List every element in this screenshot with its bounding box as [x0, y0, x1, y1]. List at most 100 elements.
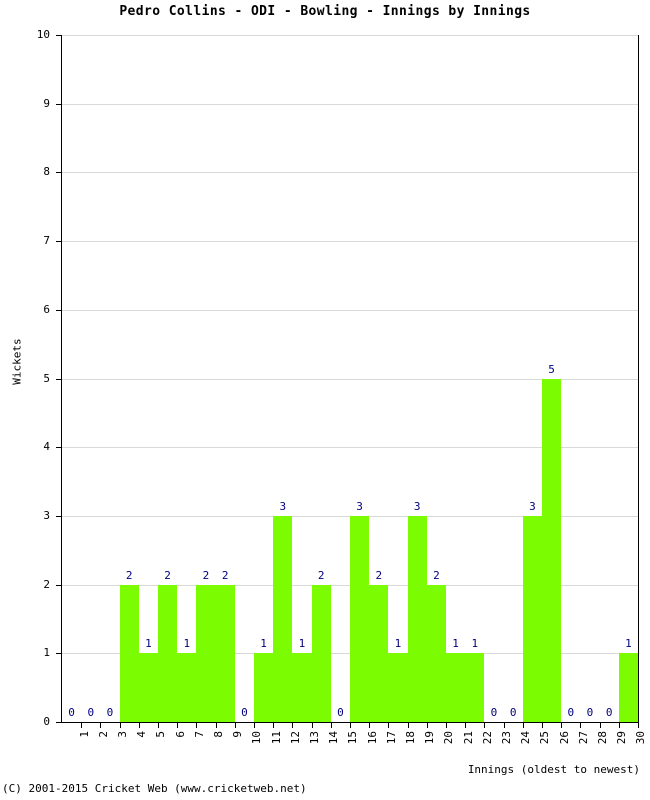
- x-tick-label: 18: [404, 731, 417, 745]
- y-tick-label: 5: [43, 371, 50, 385]
- y-tick-label: 2: [43, 577, 50, 591]
- x-tick-mark: [350, 723, 351, 728]
- x-tick-label: 15: [346, 731, 360, 745]
- bar-value-label: 2: [433, 568, 440, 582]
- bar-value-label: 3: [356, 499, 363, 513]
- y-tick-label: 7: [43, 234, 50, 248]
- bar-value-label: 0: [337, 706, 344, 719]
- bar-value-label: 3: [279, 499, 287, 513]
- x-tick-label: 20: [442, 731, 456, 745]
- x-tick-mark: [254, 723, 255, 728]
- x-tick-mark: [484, 723, 486, 728]
- x-tick-mark: [638, 723, 639, 728]
- bar-value-label: 0: [509, 706, 517, 719]
- x-tick-mark: [542, 723, 543, 728]
- x-axis-title: Innings (oldest to newest): [467, 763, 640, 776]
- x-tick-mark: [407, 723, 409, 728]
- y-tick-label: 6: [43, 302, 50, 316]
- bar-value-label: 1: [471, 637, 479, 651]
- x-tick-label: 4: [135, 731, 149, 738]
- bar-value-label: 2: [221, 568, 229, 582]
- x-tick-mark: [330, 723, 332, 728]
- x-tick-mark: [465, 723, 467, 728]
- bar-value-label: 0: [68, 706, 75, 719]
- y-tick-mark: [56, 447, 62, 449]
- y-tick-mark: [56, 103, 62, 105]
- x-tick-label: 17: [384, 731, 398, 745]
- footer-copyright: (C) 2001-2015 Cricket Web (www.cricketwe…: [2, 782, 307, 795]
- y-axis-title: Wickets: [10, 338, 24, 385]
- bar-value-label: 0: [241, 706, 248, 719]
- x-tick-mark: [388, 723, 390, 728]
- plot-right-spine: [638, 35, 639, 723]
- x-tick-mark: [503, 723, 505, 728]
- x-tick-mark: [580, 723, 582, 728]
- x-tick-mark: [196, 723, 198, 728]
- x-tick-mark: [599, 723, 601, 728]
- bar-value-label: 0: [586, 706, 594, 719]
- x-tick-label: 2: [96, 731, 110, 738]
- x-tick-label: 19: [423, 731, 437, 745]
- x-tick-label: 16: [365, 731, 379, 745]
- chart-title: Pedro Collins - ODI - Bowling - Innings …: [119, 4, 531, 19]
- bar-value-label: 1: [145, 637, 152, 651]
- x-tick-label: 9: [231, 731, 245, 738]
- y-tick-label: 3: [43, 508, 50, 522]
- bar-value-label: 0: [106, 706, 114, 719]
- bar-value-label: 1: [625, 637, 632, 651]
- x-tick-mark: [446, 723, 447, 728]
- x-tick-mark: [522, 723, 524, 728]
- x-tick-mark: [273, 723, 275, 728]
- x-tick-label: 14: [327, 731, 341, 745]
- x-tick-label: 3: [116, 731, 129, 738]
- y-tick-label: 4: [43, 440, 50, 454]
- bar-value-label: 1: [260, 637, 267, 651]
- bar-value-label: 1: [394, 637, 402, 651]
- bar-value-label: 5: [548, 362, 555, 376]
- x-tick-mark: [618, 723, 620, 728]
- y-tick-mark: [56, 172, 62, 174]
- bar-value-label: 2: [317, 568, 325, 582]
- y-tick-label: 10: [36, 28, 50, 41]
- bar-value-label: 2: [202, 568, 210, 582]
- x-tick-label: 8: [212, 731, 225, 738]
- bar-value-label: 1: [183, 637, 191, 651]
- bowling-innings-chart: Pedro Collins - ODI - Bowling - Innings …: [0, 0, 650, 800]
- x-tick-mark: [426, 723, 428, 728]
- y-tick-mark: [56, 241, 62, 243]
- x-tick-label: 10: [250, 731, 264, 745]
- bar-value-label: 0: [567, 706, 575, 719]
- x-tick-label: 6: [173, 731, 187, 738]
- bar-value-label: 0: [605, 706, 613, 719]
- x-tick-label: 11: [269, 731, 283, 745]
- x-tick-mark: [119, 723, 121, 728]
- y-tick-mark: [56, 653, 62, 655]
- bar-value-label: 1: [298, 637, 306, 651]
- x-tick-mark: [215, 723, 217, 728]
- x-tick-mark: [311, 723, 313, 728]
- y-tick-label: 1: [43, 646, 50, 660]
- x-tick-label: 1: [77, 731, 91, 738]
- y-tick-mark: [56, 309, 62, 311]
- y-tick-mark: [56, 584, 62, 586]
- plot-area: 000212122013120321321100350001: [62, 35, 638, 723]
- y-tick-mark: [56, 35, 62, 36]
- bar-value-label: 0: [87, 706, 95, 719]
- x-tick-mark: [234, 723, 236, 728]
- x-tick-mark: [561, 723, 563, 728]
- x-tick-label: 7: [192, 731, 206, 738]
- x-tick-mark: [292, 723, 294, 728]
- y-tick-label: 9: [43, 96, 50, 110]
- bar-value-label: 3: [413, 499, 421, 513]
- x-tick-mark: [138, 723, 140, 728]
- y-tick-label: 0: [43, 715, 50, 728]
- bar-value-label: 2: [125, 568, 133, 582]
- y-tick-mark: [56, 378, 62, 380]
- y-tick-mark: [56, 515, 62, 517]
- x-tick-mark: [177, 723, 179, 728]
- bar-value-label: 0: [490, 706, 498, 719]
- x-tick-mark: [369, 723, 371, 728]
- bar-value-label: 1: [452, 637, 459, 651]
- bar-value-label: 2: [375, 568, 383, 582]
- y-tick-label: 8: [43, 165, 50, 179]
